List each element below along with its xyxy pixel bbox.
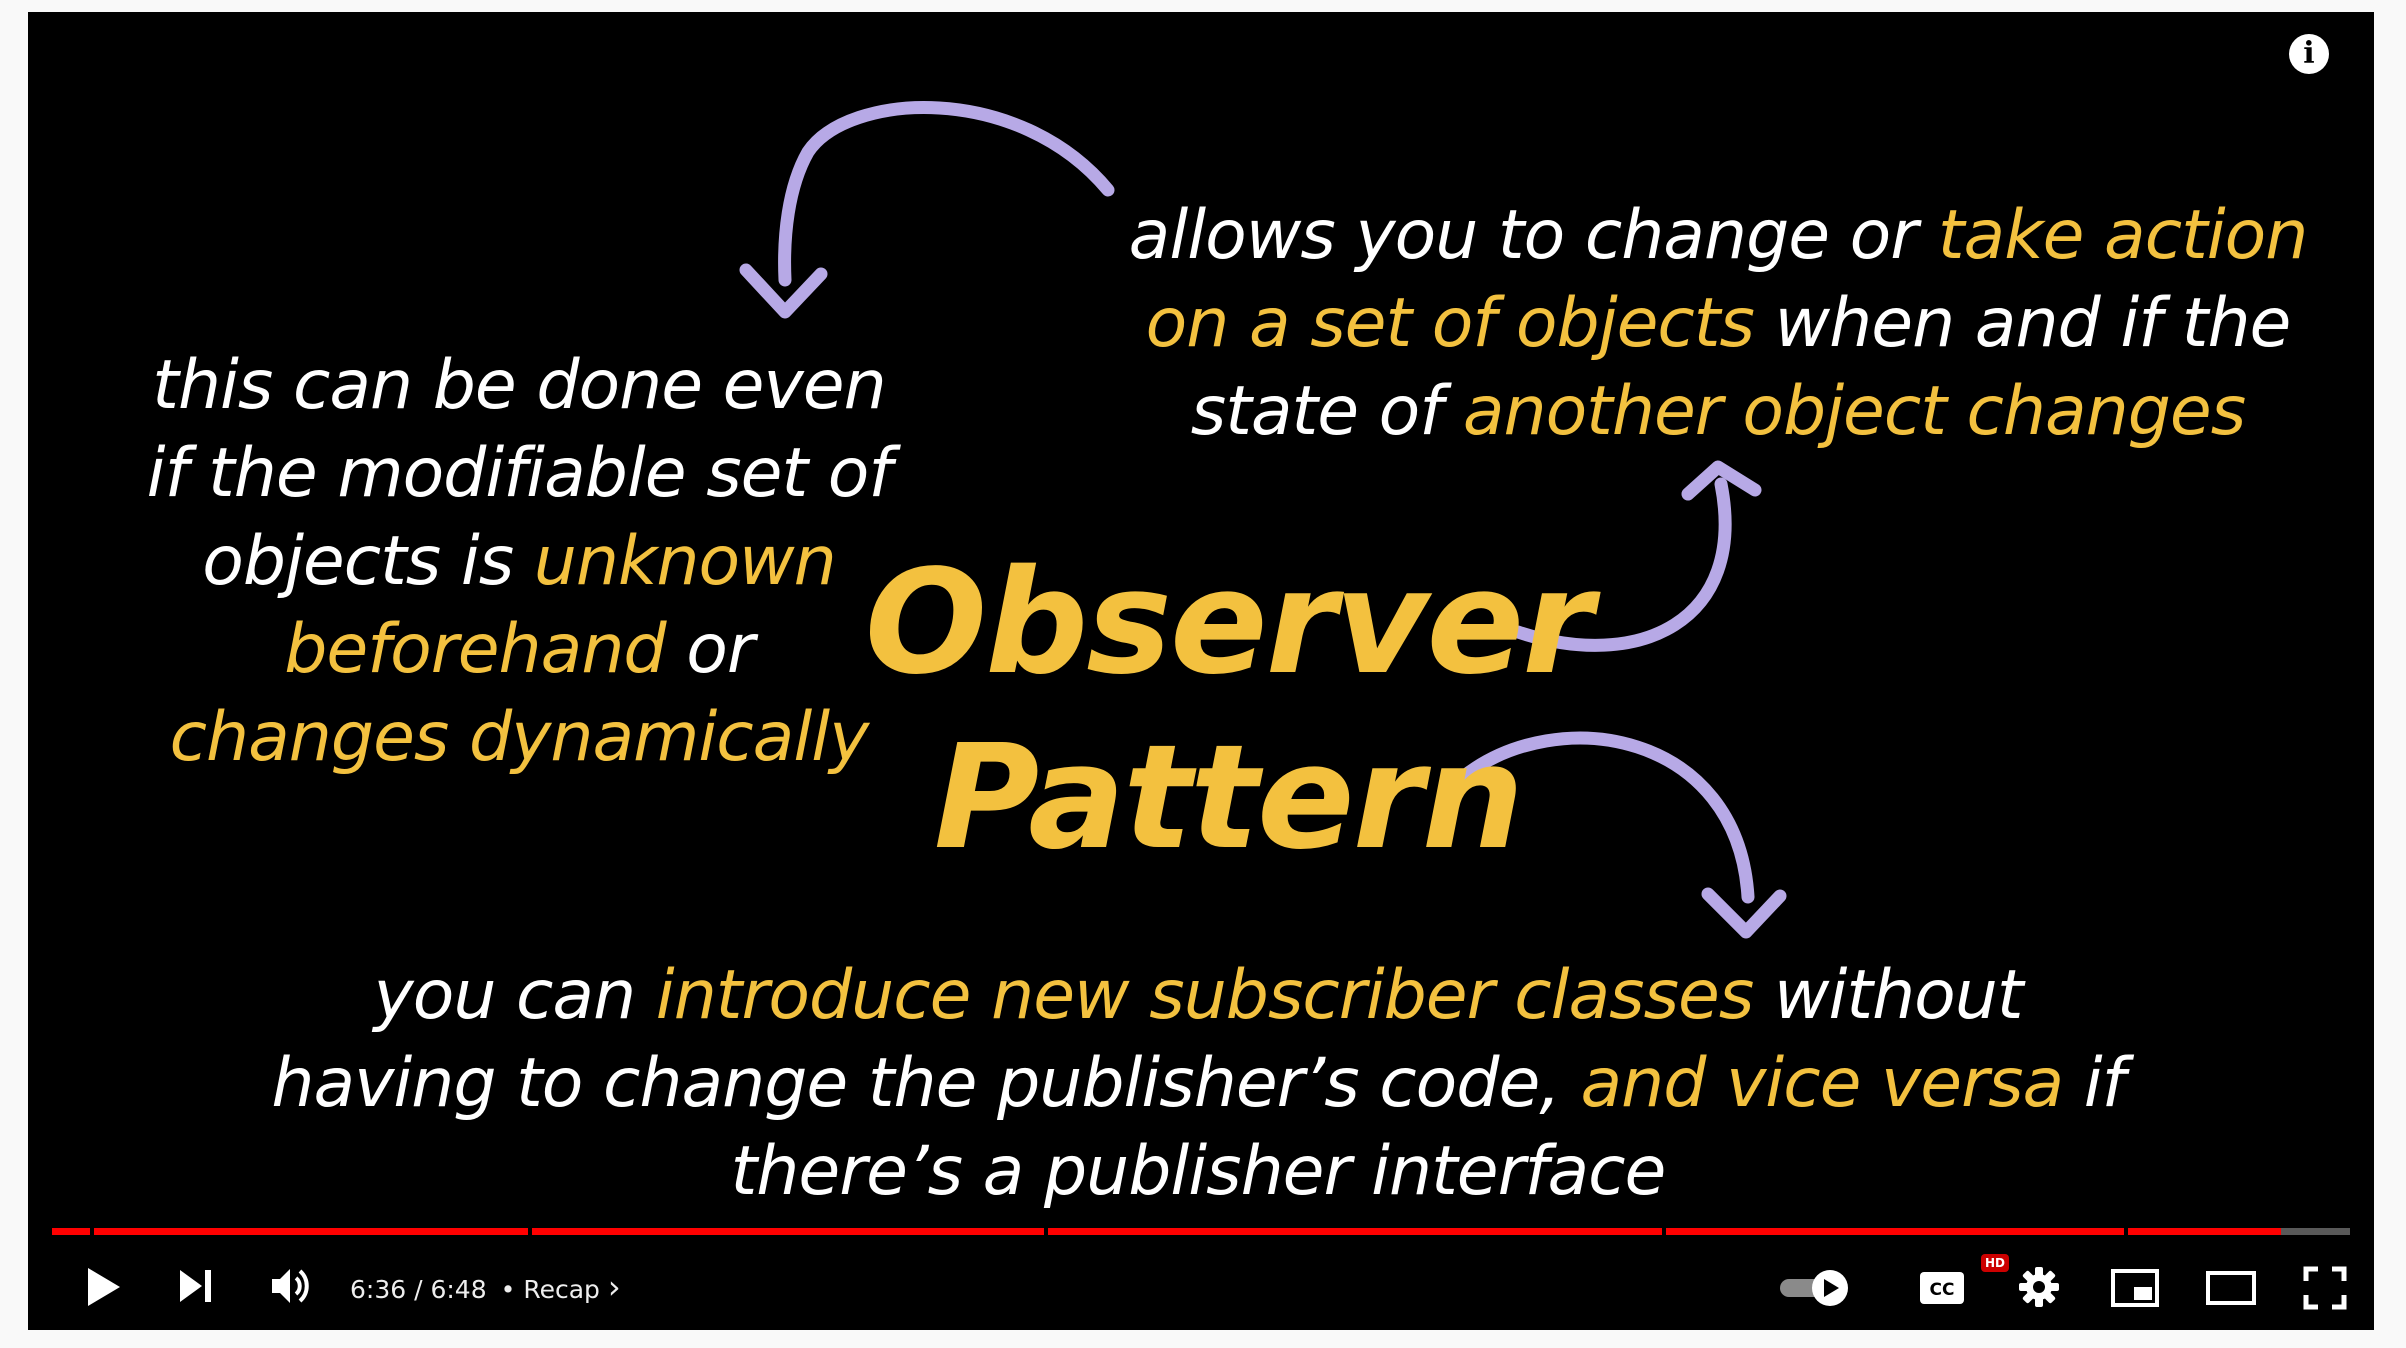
slide-title-line-1: Observer: [864, 538, 1593, 706]
player-controls: 6:36 / 6:48 • Recap › CC HD: [28, 1244, 2374, 1330]
miniplayer-button[interactable]: [2110, 1268, 2160, 1308]
benefit-highlight: and vice versa: [1580, 1044, 2065, 1123]
benefit-text: you can: [373, 956, 656, 1035]
theater-icon: [2206, 1271, 2256, 1305]
chapter-segment[interactable]: [2128, 1228, 2350, 1235]
play-button[interactable]: [80, 1264, 124, 1310]
play-icon: [88, 1268, 120, 1306]
progress-fill: [532, 1228, 1044, 1235]
autoplay-toggle[interactable]: [1778, 1268, 1852, 1308]
benefit-text: having to change the publisher’s code,: [271, 1044, 1581, 1123]
description-paragraph: allows you to change or take action on a…: [1108, 192, 2328, 456]
description-highlight: another object changes: [1462, 372, 2246, 451]
description-highlight: take action: [1937, 196, 2308, 275]
description-text: allows you to change or: [1128, 196, 1938, 275]
settings-icon: [2019, 1267, 2059, 1307]
condition-text: if the modifiable set of: [146, 434, 893, 513]
captions-button[interactable]: CC: [1919, 1271, 1965, 1305]
chapter-segment[interactable]: [1048, 1228, 1662, 1235]
progress-fill: [94, 1228, 528, 1235]
mute-button[interactable]: [268, 1264, 314, 1308]
chapter-segment[interactable]: [52, 1228, 90, 1235]
volume-icon: [272, 1269, 309, 1303]
condition-highlight: changes dynamically: [169, 698, 870, 777]
fullscreen-button[interactable]: [2303, 1266, 2347, 1310]
benefit-text: without: [1753, 956, 2024, 1035]
miniplayer-icon: [2111, 1269, 2159, 1307]
chevron-right-icon: ›: [607, 1268, 621, 1306]
theater-mode-button[interactable]: [2205, 1270, 2257, 1306]
condition-text: objects is: [202, 522, 534, 601]
next-button[interactable]: [176, 1266, 216, 1306]
condition-highlight: beforehand: [284, 610, 666, 689]
description-highlight: on a set of objects: [1145, 284, 1755, 363]
captions-icon: CC: [1920, 1272, 1964, 1304]
condition-highlight: unknown: [533, 522, 837, 601]
duration: 6:48: [430, 1275, 487, 1304]
current-time: 6:36: [350, 1275, 407, 1304]
time-separator: /: [406, 1275, 431, 1304]
benefit-paragraph: you can introduce new subscriber classes…: [218, 952, 2178, 1216]
settings-button[interactable]: [2016, 1264, 2062, 1310]
video-player[interactable]: i allows you to change or take action on…: [28, 12, 2374, 1330]
slide-title-line-2: Pattern: [933, 713, 1524, 881]
progress-bar[interactable]: [52, 1228, 2350, 1235]
hd-badge: HD: [1981, 1254, 2009, 1272]
chapter-title-button[interactable]: Recap ›: [523, 1270, 620, 1304]
chapter-segment[interactable]: [532, 1228, 1044, 1235]
progress-fill: [52, 1228, 90, 1235]
benefit-highlight: introduce new subscriber classes: [655, 956, 1754, 1035]
benefit-text: if: [2063, 1044, 2126, 1123]
chapter-segment[interactable]: [1666, 1228, 2124, 1235]
description-text: when and if the: [1753, 284, 2292, 363]
description-text: state of: [1190, 372, 1463, 451]
progress-fill: [1666, 1228, 2124, 1235]
fullscreen-icon: [2303, 1266, 2347, 1310]
next-icon: [180, 1270, 211, 1302]
condition-paragraph: this can be done even if the modifiable …: [124, 342, 914, 782]
autoplay-toggle-icon: [1780, 1270, 1848, 1306]
condition-text: or: [665, 610, 755, 689]
condition-text: this can be done even: [152, 346, 886, 425]
info-icon[interactable]: i: [2289, 34, 2329, 74]
svg-text:CC: CC: [1930, 1280, 1955, 1300]
benefit-text: there’s a publisher interface: [730, 1132, 1667, 1211]
chapter-separator: •: [500, 1275, 516, 1304]
chapter-segment[interactable]: [94, 1228, 528, 1235]
arrow-top-curve: [778, 101, 1115, 287]
time-display: 6:36 / 6:48 • Recap ›: [350, 1270, 621, 1307]
progress-fill: [2128, 1228, 2282, 1235]
chapter-title: Recap: [523, 1275, 600, 1304]
progress-fill: [1048, 1228, 1662, 1235]
